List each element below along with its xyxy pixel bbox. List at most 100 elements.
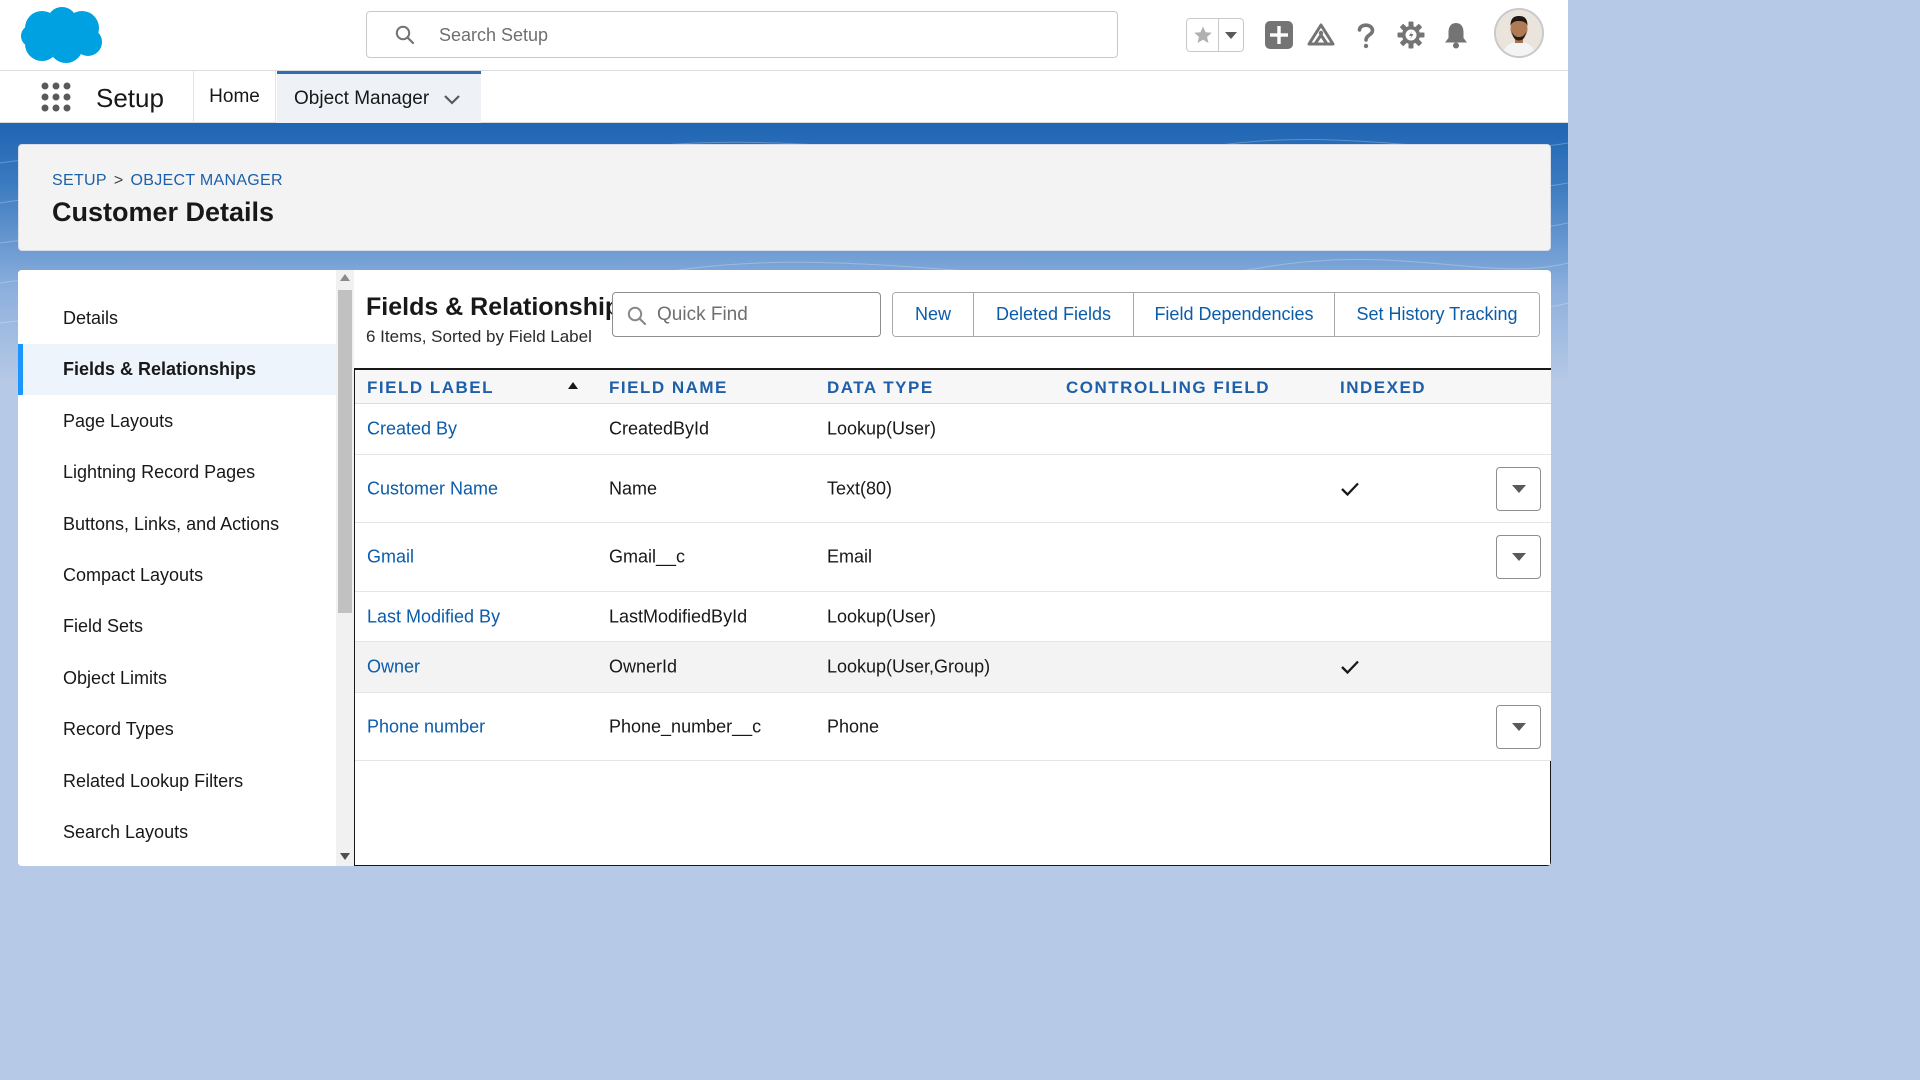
search-icon [395, 25, 415, 45]
sidebar-item-object-limits[interactable]: Object Limits [18, 653, 336, 704]
sidebar-item-search-layouts[interactable]: Search Layouts [18, 807, 336, 858]
sidebar-item-label: Details [63, 308, 119, 328]
dropdown-arrow-icon [1511, 722, 1526, 731]
field-dependencies-button[interactable]: Field Dependencies [1134, 293, 1335, 336]
table-row: Owner OwnerId Lookup(User,Group) [355, 642, 1551, 693]
avatar[interactable] [1494, 8, 1544, 58]
scroll-down-arrow-icon[interactable] [340, 853, 350, 860]
data-type-cell: Lookup(User,Group) [827, 656, 991, 677]
favorites-star-icon[interactable] [1187, 19, 1219, 51]
salesforce-logo[interactable] [20, 6, 104, 64]
sidebar-item-compact-layouts[interactable]: Compact Layouts [18, 550, 336, 601]
quick-find-input[interactable] [657, 299, 867, 331]
field-label-link[interactable]: Customer Name [367, 478, 498, 499]
column-header-indexed[interactable]: INDEXED [1340, 378, 1426, 398]
tab-home[interactable]: Home [194, 71, 276, 123]
sidebar-item-label: Buttons, Links, and Actions [63, 514, 280, 534]
global-search-input[interactable] [366, 11, 1118, 58]
sidebar-item-page-layouts[interactable]: Page Layouts [18, 396, 336, 447]
breadcrumb: SETUP > OBJECT MANAGER [52, 172, 283, 190]
data-type-cell: Phone [827, 716, 880, 736]
field-name-cell: Phone_number__c [609, 716, 762, 736]
quick-find-box[interactable] [612, 292, 881, 337]
sidebar-item-record-types[interactable]: Record Types [18, 704, 336, 755]
breadcrumb-separator: > [113, 172, 124, 189]
sidebar-item-lightning-record-pages[interactable]: Lightning Record Pages [18, 447, 336, 498]
sort-ascending-icon[interactable] [568, 382, 578, 389]
search-icon [627, 306, 647, 326]
favorites-dropdown-chevron-down-icon[interactable] [1219, 19, 1243, 51]
sidebar-item-label: Field Sets [63, 616, 144, 636]
column-header-field-label[interactable]: FIELD LABEL [367, 378, 494, 398]
main-card: Details Fields & Relationships Page Layo… [18, 270, 1551, 866]
sidebar-scrollbar[interactable] [336, 270, 354, 866]
field-label-link[interactable]: Last Modified By [367, 606, 500, 627]
breadcrumb-setup-link[interactable]: SETUP [52, 172, 107, 189]
sidebar-item-label: Fields & Relationships [63, 359, 257, 379]
table-header-row: FIELD LABEL FIELD NAME DATA TYPE CONTROL… [355, 368, 1551, 404]
sidebar-item-label: Object Limits [63, 668, 168, 688]
tab-object-manager-label: Object Manager [294, 87, 430, 109]
data-type-cell: Email [827, 546, 873, 567]
sidebar-item-label: Page Layouts [63, 411, 174, 431]
field-name-cell: Name [609, 478, 658, 498]
section-title: Fields & Relationships [366, 293, 612, 321]
sidebar-item-fields-relationships[interactable]: Fields & Relationships [18, 344, 336, 395]
table-row: Last Modified By LastModifiedById Lookup… [355, 592, 1551, 642]
field-label-link[interactable]: Phone number [367, 716, 485, 737]
table-row: Created By CreatedById Lookup(User) [355, 404, 1551, 455]
context-nav: Setup Home Object Manager [0, 71, 1568, 123]
sidebar-item-details[interactable]: Details [18, 293, 336, 344]
field-label-link[interactable]: Created By [367, 419, 457, 440]
data-type-cell: Text(80) [827, 478, 893, 498]
indexed-check-icon [1341, 660, 1359, 675]
sidebar-item-field-sets[interactable]: Field Sets [18, 601, 336, 652]
sidebar-item-label: Related Lookup Filters [63, 771, 244, 791]
row-actions-button[interactable] [1496, 535, 1541, 579]
section-subtitle: 6 Items, Sorted by Field Label [366, 327, 592, 346]
favorites-group [1186, 18, 1244, 52]
sidebar-item-label: Compact Layouts [63, 565, 204, 585]
column-header-controlling-field[interactable]: CONTROLLING FIELD [1066, 378, 1270, 398]
gear-icon[interactable] [1395, 18, 1427, 52]
dropdown-arrow-icon [1511, 484, 1526, 493]
bell-icon[interactable] [1440, 18, 1472, 52]
page-header: SETUP > OBJECT MANAGER Customer Details [18, 144, 1551, 251]
tab-object-manager[interactable]: Object Manager [277, 71, 481, 123]
row-actions-button[interactable] [1496, 704, 1541, 749]
sidebar-item-label: Lightning Record Pages [63, 462, 256, 482]
field-label-link[interactable]: Owner [367, 657, 420, 678]
action-button-group: New Deleted Fields Field Dependencies Se… [892, 292, 1540, 337]
sidebar-item-label: Record Types [63, 719, 174, 739]
sidebar-item-buttons-links-actions[interactable]: Buttons, Links, and Actions [18, 499, 336, 550]
search-setup-field[interactable] [439, 18, 1099, 52]
scroll-thumb[interactable] [338, 290, 352, 613]
table-row: Customer Name Name Text(80) [355, 455, 1551, 523]
sidebar-item-related-lookup-filters[interactable]: Related Lookup Filters [18, 756, 336, 807]
column-header-data-type[interactable]: DATA TYPE [827, 378, 934, 398]
sidebar-item-label: Search Layouts [63, 822, 189, 842]
chevron-down-icon[interactable] [441, 88, 463, 110]
app-name: Setup [96, 83, 164, 113]
field-name-cell: LastModifiedById [609, 606, 748, 626]
set-history-tracking-button[interactable]: Set History Tracking [1335, 293, 1539, 336]
deleted-fields-button[interactable]: Deleted Fields [974, 293, 1134, 336]
scroll-up-arrow-icon[interactable] [340, 274, 350, 281]
table-row: Phone number Phone_number__c Phone [355, 693, 1551, 761]
app-launcher-icon[interactable] [40, 81, 72, 113]
dropdown-arrow-icon [1511, 553, 1526, 561]
trailhead-icon[interactable] [1305, 18, 1337, 52]
fields-content: Fields & Relationships 6 Items, Sorted b… [354, 270, 1551, 866]
new-button[interactable]: New [893, 293, 974, 336]
indexed-check-icon [1341, 482, 1359, 496]
breadcrumb-object-manager-link[interactable]: OBJECT MANAGER [131, 172, 283, 189]
help-icon[interactable] [1350, 18, 1382, 52]
field-name-cell: OwnerId [609, 656, 678, 677]
column-header-field-name[interactable]: FIELD NAME [609, 378, 728, 398]
add-icon[interactable] [1263, 18, 1295, 52]
row-actions-button[interactable] [1496, 466, 1541, 511]
field-name-cell: Gmail__c [609, 546, 686, 567]
data-type-cell: Lookup(User) [827, 606, 937, 626]
field-label-link[interactable]: Gmail [367, 547, 414, 568]
global-header [0, 0, 1568, 71]
